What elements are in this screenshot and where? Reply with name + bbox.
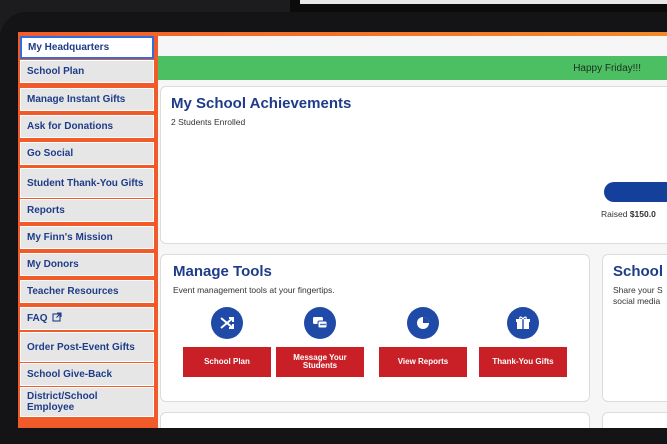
school-card-line1: Share your S: [613, 285, 663, 295]
shuffle-icon[interactable]: [211, 307, 243, 339]
sidebar-item-label: My Finn's Mission: [27, 232, 113, 243]
bottom-right-card: [602, 412, 667, 428]
sidebar-item-my-donors[interactable]: My Donors: [20, 253, 154, 276]
sidebar-item-school-plan[interactable]: School Plan: [20, 60, 154, 83]
sidebar-item-ask-for-donations[interactable]: Ask for Donations: [20, 115, 154, 138]
sidebar-item-label: My Headquarters: [28, 42, 110, 53]
manage-tools-title: Manage Tools: [173, 263, 272, 280]
sidebar-item-my-headquarters[interactable]: My Headquarters: [20, 36, 154, 59]
sidebar-item-label: Reports: [27, 205, 65, 216]
sidebar-item-label: My Donors: [27, 259, 79, 270]
message-students-button[interactable]: Message Your Students: [276, 347, 364, 377]
app-screen: My Headquarters School Plan Manage Insta…: [18, 32, 667, 428]
sidebar-item-label: Manage Instant Gifts: [27, 94, 126, 105]
achievements-card: My School Achievements 2 Students Enroll…: [160, 86, 667, 244]
external-link-icon: [52, 312, 62, 325]
monitor-edge: [300, 0, 667, 4]
sidebar-item-label: Teacher Resources: [27, 286, 119, 297]
sidebar-item-label: Ask for Donations: [27, 121, 114, 132]
raised-amount: Raised $150.0: [601, 209, 656, 219]
sidebar-item-label: Go Social: [27, 148, 74, 159]
sidebar-item-label: School Give-Back: [27, 369, 113, 380]
sidebar-item-school-give-back[interactable]: School Give-Back: [20, 363, 154, 386]
sidebar-item-label: Student Thank-You Gifts: [27, 177, 144, 189]
school-plan-button[interactable]: School Plan: [183, 347, 271, 377]
main-content: Happy Friday!!! My School Achievements 2…: [18, 32, 667, 428]
sidebar-nav: My Headquarters School Plan Manage Insta…: [18, 32, 158, 428]
sidebar-item-order-post-event-gifts[interactable]: Order Post-Event Gifts: [20, 332, 154, 362]
students-enrolled: 2 Students Enrolled: [171, 117, 246, 127]
top-accent-bar: [18, 32, 667, 36]
sidebar-item-student-thank-you-gifts[interactable]: Student Thank-You Gifts: [20, 168, 154, 198]
manage-tools-subtitle: Event management tools at your fingertip…: [173, 285, 335, 295]
school-card-title: School: [613, 263, 664, 280]
sidebar-item-label: School Plan: [27, 66, 85, 77]
tool-message-students: Message Your Students: [276, 307, 364, 377]
manage-tools-card: Manage Tools Event management tools at y…: [160, 254, 590, 402]
bottom-card: [160, 412, 590, 428]
banner-text: Happy Friday!!!: [573, 62, 641, 74]
sidebar-item-my-finns-mission[interactable]: My Finn's Mission: [20, 226, 154, 249]
sidebar-item-label: FAQ: [27, 313, 48, 324]
sidebar-item-label: District/School Employee: [27, 391, 98, 413]
thank-you-gifts-button[interactable]: Thank-You Gifts: [479, 347, 567, 377]
view-reports-button[interactable]: View Reports: [379, 347, 467, 377]
chat-icon[interactable]: [304, 307, 336, 339]
sidebar-item-label: Order Post-Event Gifts: [27, 341, 135, 353]
sidebar-item-reports[interactable]: Reports: [20, 199, 154, 222]
sidebar-item-district-school-employee[interactable]: District/School Employee: [20, 387, 154, 417]
school-card-line2: social media: [613, 296, 661, 306]
school-share-card: School Share your S social media: [602, 254, 667, 402]
tool-thank-you-gifts: Thank-You Gifts: [479, 307, 567, 377]
sidebar-item-teacher-resources[interactable]: Teacher Resources: [20, 280, 154, 303]
sidebar-item-go-social[interactable]: Go Social: [20, 142, 154, 165]
fundraising-progress-bar: [604, 182, 667, 202]
greeting-banner: Happy Friday!!!: [158, 56, 667, 80]
sidebar-item-faq[interactable]: FAQ: [20, 307, 154, 330]
tool-school-plan: School Plan: [183, 307, 271, 377]
sidebar-item-manage-instant-gifts[interactable]: Manage Instant Gifts: [20, 88, 154, 111]
gift-icon[interactable]: [507, 307, 539, 339]
tool-view-reports: View Reports: [379, 307, 467, 377]
pie-chart-icon[interactable]: [407, 307, 439, 339]
achievements-title: My School Achievements: [171, 95, 352, 112]
